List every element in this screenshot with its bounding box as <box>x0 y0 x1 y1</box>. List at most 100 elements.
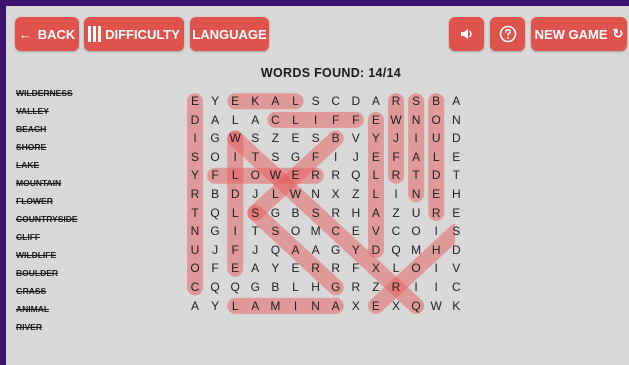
grid-cell[interactable]: Q <box>346 166 366 184</box>
grid-cell[interactable]: T <box>406 166 426 184</box>
grid-cell[interactable]: C <box>446 278 466 296</box>
grid-cell[interactable]: J <box>346 148 366 166</box>
grid-cell[interactable]: Z <box>366 278 386 296</box>
grid-cell[interactable]: Y <box>265 259 285 277</box>
grid-cell[interactable]: I <box>225 148 245 166</box>
difficulty-button[interactable]: DIFFICULTY <box>84 17 184 51</box>
grid-cell[interactable]: M <box>406 241 426 259</box>
grid-cell[interactable]: K <box>446 297 466 315</box>
back-button[interactable]: ← BACK <box>15 17 79 51</box>
grid-cell[interactable]: S <box>245 204 265 222</box>
grid-cell[interactable]: D <box>346 92 366 110</box>
grid-cell[interactable]: S <box>406 92 426 110</box>
grid-cell[interactable]: Y <box>205 297 225 315</box>
grid-cell[interactable]: W <box>286 185 306 203</box>
grid-cell[interactable]: L <box>286 92 306 110</box>
grid-cell[interactable]: F <box>205 166 225 184</box>
grid-cell[interactable]: O <box>185 259 205 277</box>
grid-cell[interactable]: I <box>386 185 406 203</box>
grid-cell[interactable]: G <box>265 204 285 222</box>
grid-cell[interactable]: L <box>265 185 285 203</box>
grid-cell[interactable]: Y <box>205 92 225 110</box>
grid-cell[interactable]: N <box>185 222 205 240</box>
sound-button[interactable] <box>449 17 484 51</box>
grid-cell[interactable]: V <box>366 222 386 240</box>
grid-cell[interactable]: E <box>225 92 245 110</box>
grid-cell[interactable]: S <box>306 204 326 222</box>
grid-cell[interactable]: L <box>225 204 245 222</box>
grid-cell[interactable]: E <box>446 148 466 166</box>
grid-cell[interactable]: A <box>406 148 426 166</box>
grid-cell[interactable]: S <box>306 129 326 147</box>
grid-cell[interactable]: I <box>426 222 446 240</box>
grid-cell[interactable]: E <box>286 166 306 184</box>
grid-cell[interactable]: Q <box>386 241 406 259</box>
grid-cell[interactable]: L <box>225 111 245 129</box>
grid-cell[interactable]: O <box>406 222 426 240</box>
grid-cell[interactable]: O <box>286 222 306 240</box>
grid-cell[interactable]: Y <box>366 129 386 147</box>
grid-cell[interactable]: A <box>366 92 386 110</box>
grid-cell[interactable]: G <box>245 278 265 296</box>
grid-cell[interactable]: U <box>406 204 426 222</box>
grid-cell[interactable]: A <box>326 297 346 315</box>
grid-cell[interactable]: E <box>225 259 245 277</box>
grid-cell[interactable]: D <box>446 129 466 147</box>
grid-cell[interactable]: J <box>245 185 265 203</box>
grid-cell[interactable]: N <box>306 185 326 203</box>
grid-cell[interactable]: V <box>346 129 366 147</box>
grid-cell[interactable]: Y <box>346 241 366 259</box>
grid-cell[interactable]: V <box>446 259 466 277</box>
grid-cell[interactable]: C <box>185 278 205 296</box>
grid-cell[interactable]: W <box>225 129 245 147</box>
grid-cell[interactable]: I <box>406 278 426 296</box>
grid-cell[interactable]: M <box>306 222 326 240</box>
grid-cell[interactable]: B <box>265 278 285 296</box>
grid-cell[interactable]: R <box>306 166 326 184</box>
grid-cell[interactable]: S <box>185 148 205 166</box>
grid-cell[interactable]: T <box>185 204 205 222</box>
grid-cell[interactable]: C <box>265 111 285 129</box>
grid-cell[interactable]: W <box>386 111 406 129</box>
grid-cell[interactable]: F <box>306 148 326 166</box>
grid-cell[interactable]: L <box>426 148 446 166</box>
grid-cell[interactable]: G <box>205 129 225 147</box>
grid-cell[interactable]: W <box>426 297 446 315</box>
help-button[interactable] <box>490 17 525 51</box>
grid-cell[interactable]: G <box>326 241 346 259</box>
grid-cell[interactable]: Q <box>205 278 225 296</box>
grid-cell[interactable]: L <box>286 111 306 129</box>
grid-cell[interactable]: R <box>306 259 326 277</box>
language-button[interactable]: LANGUAGE <box>190 17 269 51</box>
grid-cell[interactable]: D <box>366 241 386 259</box>
grid-cell[interactable]: O <box>245 166 265 184</box>
grid-cell[interactable]: J <box>245 241 265 259</box>
grid-cell[interactable]: G <box>326 278 346 296</box>
grid-cell[interactable]: I <box>406 129 426 147</box>
grid-cell[interactable]: S <box>306 92 326 110</box>
grid-cell[interactable]: F <box>326 111 346 129</box>
grid-cell[interactable]: A <box>205 111 225 129</box>
grid-cell[interactable]: I <box>326 148 346 166</box>
grid-cell[interactable]: A <box>286 241 306 259</box>
grid-cell[interactable]: S <box>265 222 285 240</box>
grid-cell[interactable]: E <box>366 111 386 129</box>
grid-cell[interactable]: G <box>205 222 225 240</box>
grid-cell[interactable]: D <box>225 185 245 203</box>
grid-cell[interactable]: F <box>346 111 366 129</box>
grid-cell[interactable]: H <box>446 185 466 203</box>
grid-cell[interactable]: A <box>245 259 265 277</box>
grid-cell[interactable]: E <box>446 204 466 222</box>
grid-cell[interactable]: Q <box>205 204 225 222</box>
grid-cell[interactable]: Q <box>406 297 426 315</box>
grid-cell[interactable]: A <box>245 111 265 129</box>
grid-cell[interactable]: Z <box>265 129 285 147</box>
grid-cell[interactable]: L <box>225 297 245 315</box>
grid-cell[interactable]: D <box>426 166 446 184</box>
grid-cell[interactable]: H <box>306 278 326 296</box>
grid-cell[interactable]: I <box>426 259 446 277</box>
grid-cell[interactable]: N <box>306 297 326 315</box>
grid-cell[interactable]: U <box>185 241 205 259</box>
grid-cell[interactable]: M <box>265 297 285 315</box>
grid-cell[interactable]: E <box>185 92 205 110</box>
